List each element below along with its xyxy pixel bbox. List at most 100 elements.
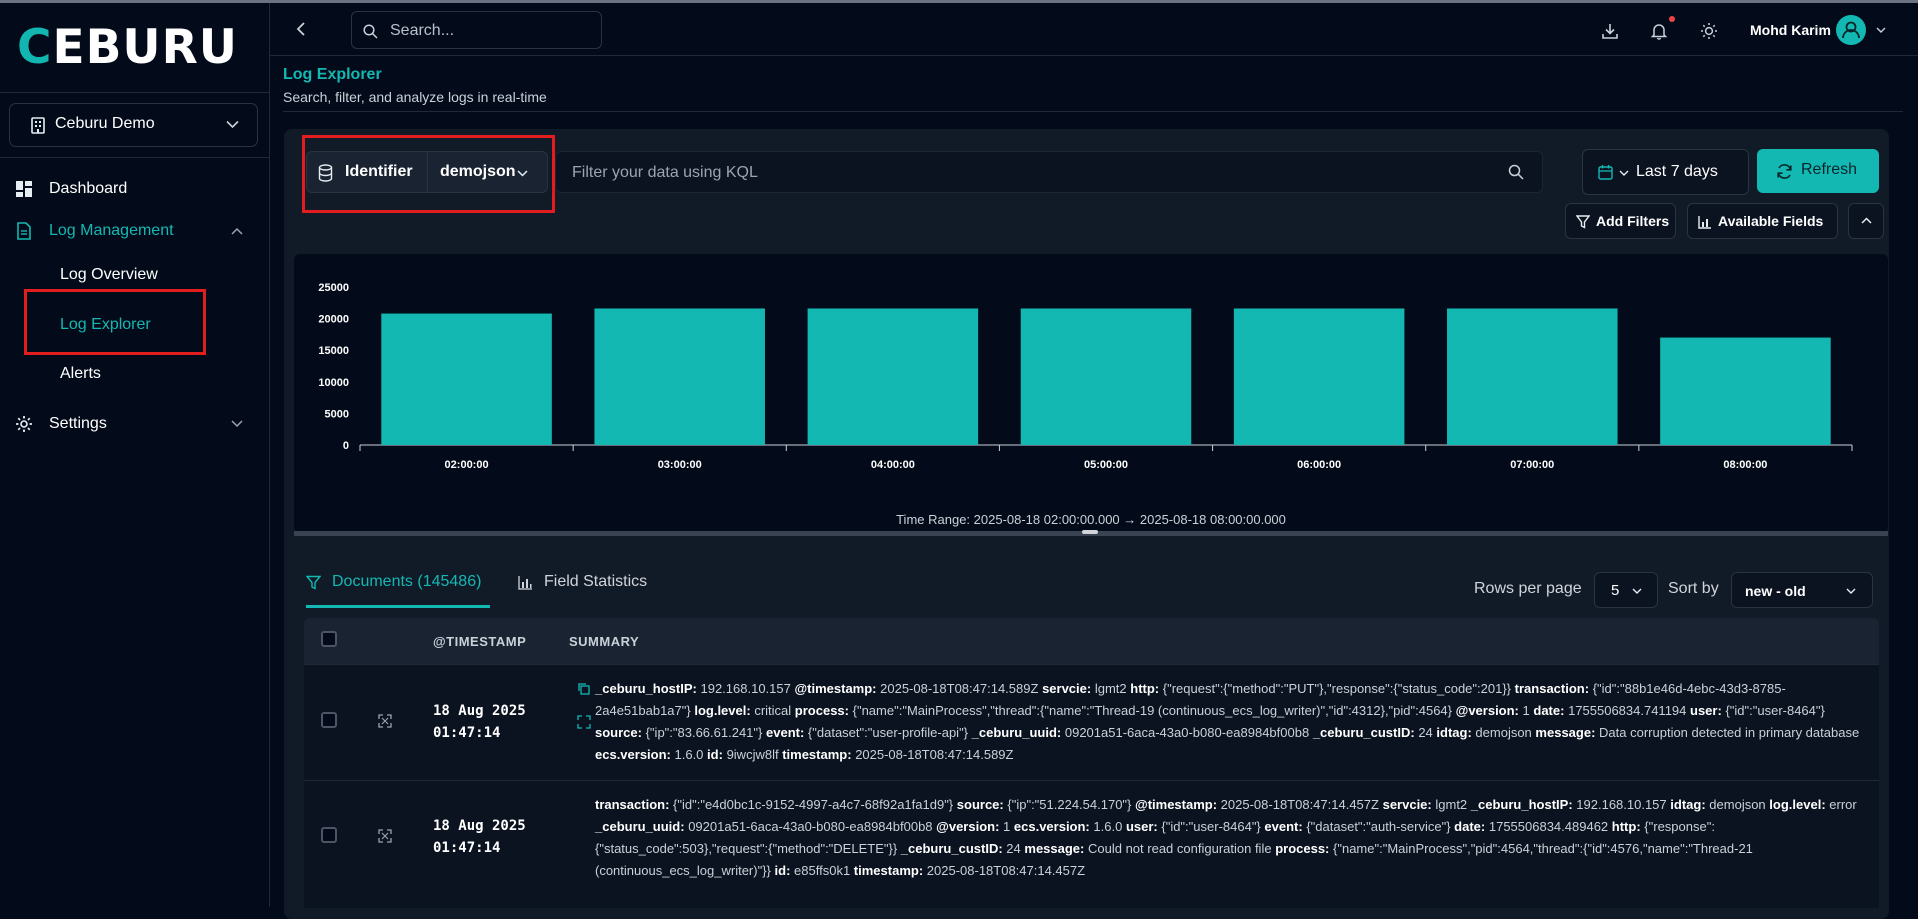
download-icon[interactable]: [1601, 22, 1619, 40]
summary-field-value: 1755506834.741194: [1568, 703, 1687, 718]
summary-field-value: 1755506834.489462: [1488, 819, 1609, 834]
gear-icon: [16, 416, 32, 432]
summary-field-value: 192.168.10.157: [1576, 797, 1667, 812]
rows-per-page-select[interactable]: 5: [1594, 572, 1658, 608]
resize-handle[interactable]: [1082, 530, 1098, 534]
org-selector[interactable]: Ceburu Demo: [9, 103, 258, 147]
filter-icon: [306, 575, 321, 590]
sidebar-item-settings[interactable]: Settings: [0, 409, 269, 439]
search-input[interactable]: [388, 20, 592, 42]
histogram-bar: [594, 308, 765, 445]
bar-chart-icon: [1698, 216, 1711, 229]
add-filters-button[interactable]: Add Filters: [1565, 203, 1676, 239]
row-summary: transaction: {"id":"e4d0bc1c-9152-4997-a…: [595, 794, 1865, 882]
chevron-up-icon: [231, 227, 243, 235]
summary-field-key: process:: [794, 703, 849, 718]
summary-field-key: id:: [774, 863, 791, 878]
summary-field-key: timestamp:: [782, 747, 852, 762]
sidebar-subitem-log-overview[interactable]: Log Overview: [60, 266, 158, 284]
kql-filter-box[interactable]: [555, 151, 1543, 193]
histogram-bar: [807, 308, 979, 445]
summary-field-key: http:: [1130, 681, 1160, 696]
summary-field-value: e85ffs0k1: [794, 863, 851, 878]
summary-field-value: {"dataset":"user-profile-api"}: [807, 725, 969, 740]
collapse-button[interactable]: [1848, 203, 1884, 239]
expand-icon[interactable]: [577, 715, 591, 729]
summary-field-key: servcie:: [1042, 681, 1092, 696]
expand-icon[interactable]: [378, 829, 392, 843]
histogram-bar: [1660, 337, 1831, 445]
summary-field-value: 1.6.0: [1093, 819, 1123, 834]
summary-field-key: log.level:: [694, 703, 751, 718]
user-icon: [1842, 21, 1860, 39]
summary-field-value: lgmt2: [1094, 681, 1127, 696]
x-tick-label: 03:00:00: [658, 459, 702, 471]
page-title: Log Explorer: [283, 66, 382, 83]
chevron-down-icon: [231, 420, 243, 428]
available-fields-button[interactable]: Available Fields: [1687, 203, 1838, 239]
row-checkbox[interactable]: [321, 712, 337, 728]
row-date: 18 Aug 2025: [433, 703, 526, 719]
sort-select[interactable]: new - old: [1731, 572, 1873, 608]
x-tick-label: 07:00:00: [1510, 459, 1554, 471]
sort-value: new - old: [1745, 583, 1806, 599]
summary-field-key: @version:: [1455, 703, 1519, 718]
column-header-timestamp: @TIMESTAMP: [433, 634, 527, 649]
avatar[interactable]: [1836, 15, 1866, 45]
sidebar-item-log-management[interactable]: Log Management: [0, 216, 269, 246]
bell-icon[interactable]: [1650, 22, 1668, 40]
chevron-down-icon: [1632, 588, 1642, 594]
summary-field-value: error: [1829, 797, 1857, 812]
summary-field-key: idtag:: [1670, 797, 1706, 812]
table-row[interactable]: 18 Aug 2025 01:47:14 transaction: {"id":…: [304, 780, 1879, 908]
summary-field-value: {"name":"MainProcess","thread":{"name":"…: [852, 703, 1453, 718]
rows-per-page-label: Rows per page: [1474, 580, 1582, 597]
summary-field-value: {"id":"user-8464"}: [1161, 819, 1261, 834]
chevron-left-icon[interactable]: [296, 21, 306, 37]
summary-field-key: ecs.version:: [595, 747, 671, 762]
logo-text: CEBURU: [17, 20, 238, 75]
available-fields-label: Available Fields: [1718, 213, 1824, 229]
histogram-bar: [1020, 308, 1192, 445]
add-filters-label: Add Filters: [1596, 213, 1670, 229]
ceburu-logo[interactable]: CEBURU: [17, 20, 238, 75]
row-checkbox[interactable]: [321, 827, 337, 843]
summary-field-value: 1: [1003, 819, 1011, 834]
summary-field-key: ecs.version:: [1013, 819, 1090, 834]
summary-field-key: event:: [766, 725, 805, 740]
x-tick-label: 04:00:00: [871, 459, 915, 471]
summary-field-key: message:: [1535, 725, 1596, 740]
expand-icon[interactable]: [378, 714, 392, 728]
date-range-value: Last 7 days: [1636, 163, 1718, 180]
summary-field-key: servcie:: [1382, 797, 1432, 812]
active-tab-indicator: [306, 605, 490, 608]
sidebar-subitem-alerts[interactable]: Alerts: [60, 365, 101, 383]
table-row[interactable]: 18 Aug 2025 01:47:14 _ceburu_hostIP: 192…: [304, 664, 1879, 781]
date-range-picker[interactable]: Last 7 days: [1582, 149, 1749, 195]
user-name[interactable]: Mohd Karim: [1750, 22, 1831, 38]
summary-field-value: Data corruption detected in primary data…: [1599, 725, 1860, 740]
sun-icon[interactable]: [1700, 22, 1718, 40]
row-timestamp: 18 Aug 2025 01:47:14: [433, 815, 526, 859]
search-icon[interactable]: [1508, 164, 1524, 180]
row-timestamp: 18 Aug 2025 01:47:14: [433, 700, 526, 744]
summary-field-key: _ceburu_uuid:: [595, 819, 685, 834]
row-date: 18 Aug 2025: [433, 818, 526, 834]
x-tick-label: 06:00:00: [1297, 459, 1341, 471]
global-search[interactable]: [351, 11, 602, 49]
kql-input[interactable]: [570, 162, 1494, 184]
chevron-down-icon[interactable]: [1876, 27, 1886, 34]
summary-field-key: @timestamp:: [794, 681, 877, 696]
title-divider: [283, 111, 1903, 112]
summary-field-value: demojson: [1709, 797, 1766, 812]
select-all-checkbox[interactable]: [321, 631, 337, 647]
chart-time-range: Time Range: 2025-08-18 02:00:00.000 → 20…: [896, 512, 1286, 527]
sidebar-item-dashboard[interactable]: Dashboard: [0, 174, 269, 204]
copy-icon[interactable]: [577, 682, 591, 696]
refresh-button[interactable]: Refresh: [1757, 149, 1879, 193]
summary-field-key: _ceburu_custID:: [900, 841, 1003, 856]
tab-label: Field Statistics: [544, 573, 648, 590]
summary-field-key: source:: [595, 725, 642, 740]
page-subtitle: Search, filter, and analyze logs in real…: [283, 89, 547, 105]
highlight-box: [24, 289, 206, 355]
